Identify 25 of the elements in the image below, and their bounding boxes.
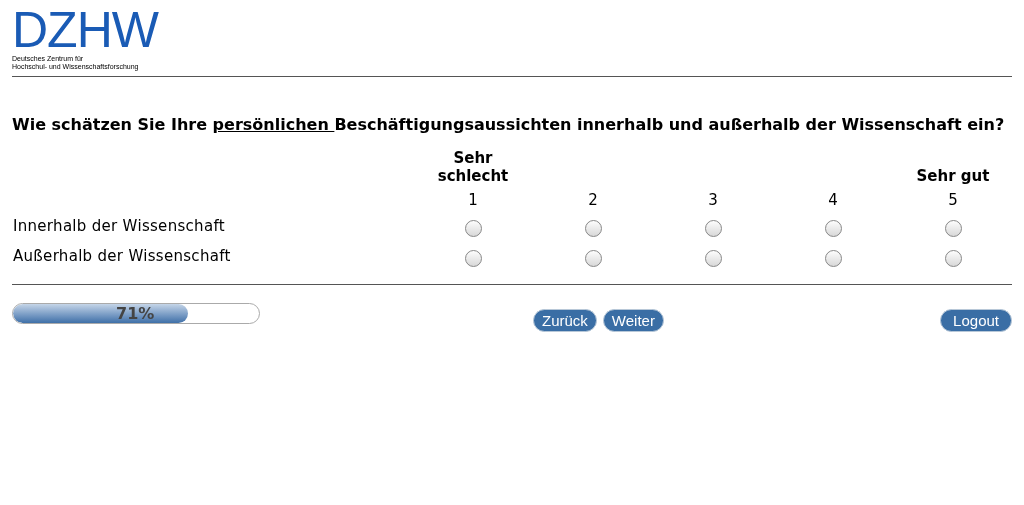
progress-percent: 71%	[116, 304, 155, 323]
back-button[interactable]: Zurück	[533, 309, 597, 332]
logout-button[interactable]: Logout	[940, 309, 1012, 332]
radio-button[interactable]	[584, 219, 602, 237]
radio-button[interactable]	[944, 219, 962, 237]
scale-number: 1	[468, 190, 478, 211]
radio-button[interactable]	[824, 249, 842, 267]
question-text: Wie schätzen Sie Ihre persönlichen Beschäftigungsaussichten innerhalb und außerhalb der Wissenschaft ein?	[12, 115, 1006, 135]
logo-wordmark: DZHW	[12, 8, 158, 52]
scale-anchor-label: Sehr gut	[915, 167, 991, 185]
radio-button[interactable]	[944, 249, 962, 267]
scale-number: 5	[948, 190, 958, 211]
radio-button[interactable]	[464, 219, 482, 237]
scale-number: 3	[708, 190, 718, 211]
radio-button[interactable]	[704, 219, 722, 237]
scale-number: 4	[828, 190, 838, 211]
next-button[interactable]: Weiter	[602, 309, 664, 332]
radio-button[interactable]	[464, 249, 482, 267]
scale-anchor-label: Sehr schlecht	[436, 149, 510, 185]
scale-number: 2	[588, 190, 598, 211]
radio-button[interactable]	[824, 219, 842, 237]
radio-button[interactable]	[704, 249, 722, 267]
radio-button[interactable]	[584, 249, 602, 267]
row-label: Innerhalb der Wissenschaft	[12, 215, 225, 237]
row-label: Außerhalb der Wissenschaft	[12, 245, 231, 267]
